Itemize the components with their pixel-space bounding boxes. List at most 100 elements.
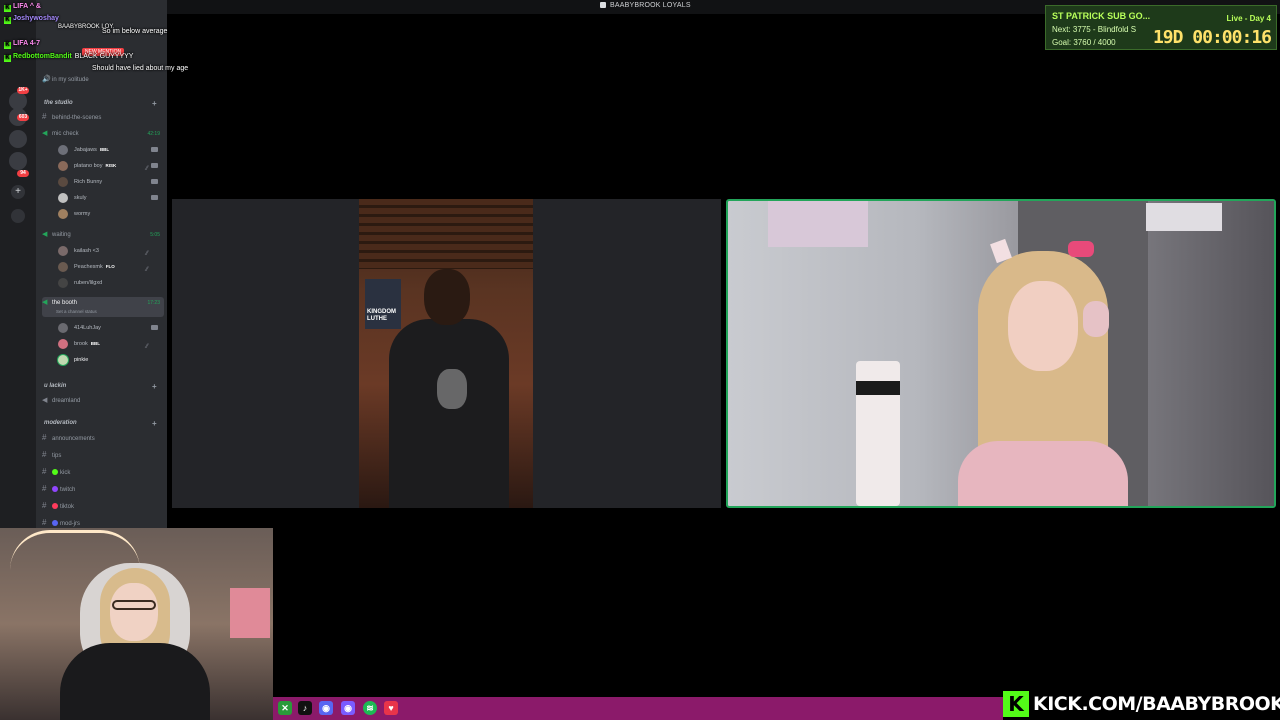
channel-label: tiktok [60, 504, 75, 510]
channel-timer: 5:05 [150, 232, 160, 238]
category-moderation[interactable]: moderation + [44, 419, 157, 428]
avatar [58, 209, 68, 219]
bow [1068, 241, 1094, 257]
streamer-facecam [0, 528, 273, 720]
server-icon[interactable] [9, 152, 27, 170]
face [110, 583, 158, 641]
sub-goal-widget: ST PATRICK SUB GO... Next: 3775 - Blindf… [1045, 5, 1277, 50]
category-u-lackin[interactable]: u lackin + [44, 382, 157, 391]
avatar [58, 355, 68, 365]
top [958, 441, 1128, 506]
channel-sidebar: 🔊in my solitude the studio + # behind-the-… [36, 0, 167, 528]
voice-user[interactable]: Peachesmk FLO ⁄⁄ [58, 260, 164, 274]
wall-poster [1146, 203, 1222, 231]
channel-mod-jrs[interactable]: # mod-jrs [42, 517, 164, 528]
window-title-text: BAABYBROOK LOYALS [610, 2, 691, 9]
unread-badge: 603 [17, 114, 29, 121]
channel-tiktok[interactable]: # tiktok [42, 500, 164, 512]
mute-icon: ⁄⁄ [145, 344, 148, 350]
fan-panel [856, 381, 900, 395]
category-label: moderation [44, 420, 77, 426]
voice-user[interactable]: pinkie [58, 353, 164, 367]
voice-user[interactable]: ruben/lilgxd [58, 276, 164, 290]
channel-the-booth[interactable]: ◀ the booth 17:23 Set a channel status [42, 297, 164, 317]
discover-icon[interactable] [11, 209, 25, 223]
kick-badge-icon: K [4, 55, 11, 62]
channel-kick[interactable]: # kick [42, 466, 164, 478]
tiktok-icon [52, 503, 58, 509]
tower-fan [856, 361, 900, 506]
hash-icon: # [42, 467, 47, 476]
tiktok-icon: ♪ [298, 701, 312, 715]
window-title: BAABYBROOK LOYALS [600, 2, 691, 9]
mute-icon: ⁄⁄ [145, 166, 148, 172]
camera-icon [151, 147, 158, 152]
channel-dreamland[interactable]: ◀ dreamland [42, 395, 164, 407]
channel-announcements[interactable]: # announcements [42, 432, 164, 444]
channel-twitch[interactable]: # twitch [42, 483, 164, 495]
kick-logo-icon: K [1003, 691, 1029, 717]
user-name: pinkie [74, 357, 89, 363]
user-tag: BBL [90, 341, 101, 346]
mute-icon: ⁄⁄ [145, 251, 148, 257]
voice-user[interactable]: wormy [58, 207, 164, 221]
speaker-icon: ◀ [42, 130, 48, 137]
kick-url-banner: K KICK.COM/BAABYBROOK [1003, 689, 1280, 720]
channel-mic-check[interactable]: ◀ mic check 42:19 [42, 128, 164, 140]
camera-icon [151, 179, 158, 184]
video-tile-speaking[interactable] [726, 199, 1276, 508]
shirt [60, 643, 210, 720]
discord-icon [52, 520, 58, 526]
voice-user[interactable]: kailash <3 ⁄⁄ [58, 244, 164, 258]
kick-icon [52, 469, 58, 475]
hash-icon: # [42, 433, 47, 442]
hash-icon: # [42, 518, 47, 527]
speaker-camera-feed [728, 201, 1274, 506]
channel-label: mic check [52, 131, 79, 137]
server-icon[interactable] [9, 130, 27, 148]
add-server-icon[interactable]: + [11, 185, 25, 199]
user-name: platano boy [74, 163, 103, 169]
video-tile-participant[interactable]: KINGDOM LUTHE [172, 199, 721, 508]
mute-icon: ⁄⁄ [145, 267, 148, 273]
voice-user[interactable]: 414LuhJay [58, 321, 164, 335]
add-channel-icon[interactable]: + [152, 419, 157, 428]
channel-tips[interactable]: # tips [42, 449, 164, 461]
voice-user[interactable]: brook BBL ⁄⁄ [58, 337, 164, 351]
hash-icon: # [42, 484, 47, 493]
heart-icon: ♥ [384, 701, 398, 715]
voice-user[interactable]: skuly [58, 191, 164, 205]
avatar [58, 339, 68, 349]
speaker-figure [928, 238, 1158, 506]
chat-message: So im below average [102, 27, 167, 36]
voice-user[interactable]: platano boy RISK ⁄⁄ [58, 159, 164, 173]
screen-share-icon [600, 2, 606, 8]
chat-message: K LIFA 4-7 [4, 39, 43, 49]
user-name: 414LuhJay [74, 325, 101, 331]
voice-user[interactable]: Jabajaws BBL [58, 143, 164, 157]
add-channel-icon[interactable]: + [152, 99, 157, 108]
add-channel-icon[interactable]: + [152, 382, 157, 391]
user-tag: BBL [99, 147, 110, 152]
chat-text: Should have lied about my age [92, 65, 189, 72]
user-name: kailash <3 [74, 248, 99, 254]
spotify-icon: ≋ [363, 701, 377, 715]
voice-user[interactable]: Rich Bunny [58, 175, 164, 189]
unread-badge: 1K+ [17, 87, 29, 94]
hash-icon: # [42, 501, 47, 510]
unread-badge: 94 [17, 170, 29, 177]
avatar [58, 323, 68, 333]
server-rail: 1K+ 603 94 + [0, 0, 36, 528]
participant-head [424, 269, 470, 325]
channel-behind-the-scenes[interactable]: # behind-the-scenes [42, 111, 164, 123]
face [1008, 281, 1078, 371]
channel-waiting[interactable]: ◀ waiting 5:05 [42, 229, 164, 241]
pink-box [230, 588, 270, 638]
channel-in-my-solitude[interactable]: 🔊in my solitude [42, 74, 164, 86]
channel-label: behind-the-scenes [52, 115, 102, 121]
user-name: Peachesmk [74, 264, 103, 270]
channel-status[interactable]: Set a channel status [56, 306, 97, 318]
category-the-studio[interactable]: the studio + [44, 99, 157, 108]
user-name: Jabajaws [74, 147, 97, 153]
camera-icon [151, 163, 158, 168]
